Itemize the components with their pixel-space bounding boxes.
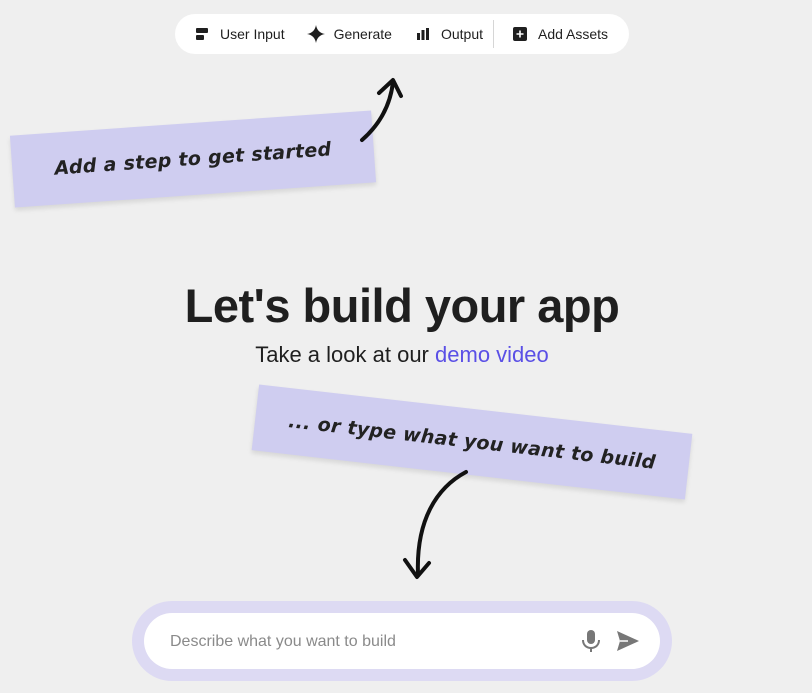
- generate-button[interactable]: Generate: [306, 14, 392, 54]
- arrow-up-icon: [360, 78, 403, 142]
- output-button[interactable]: Output: [414, 14, 483, 54]
- sparkle-icon: [306, 25, 325, 43]
- send-icon[interactable]: [616, 630, 640, 652]
- microphone-icon[interactable]: [580, 629, 602, 653]
- demo-video-link[interactable]: demo video: [435, 342, 549, 367]
- type-hint-text: ... or type what you want to build: [287, 410, 657, 474]
- output-label: Output: [440, 26, 483, 42]
- add-assets-label: Add Assets: [538, 26, 609, 42]
- page-title: Let's build your app: [184, 279, 620, 332]
- user-input-label: User Input: [220, 26, 285, 42]
- subtitle-text: Take a look at our: [255, 342, 429, 367]
- arrow-down-icon: [403, 470, 468, 579]
- add-step-hint-text: Add a step to get started: [53, 138, 333, 180]
- step-toolbar: User Input Generate Output Add Assets: [175, 14, 629, 54]
- toolbar-divider: [493, 20, 494, 48]
- add-step-hint-note: Add a step to get started: [9, 110, 377, 208]
- page-subtitle: Take a look at our demo video: [0, 342, 804, 368]
- user-input-button[interactable]: User Input: [193, 14, 285, 54]
- generate-label: Generate: [333, 26, 392, 42]
- user-input-icon: [193, 25, 211, 43]
- add-assets-button[interactable]: Add Assets: [511, 14, 608, 54]
- add-box-icon: [511, 25, 529, 43]
- output-icon: [414, 25, 432, 43]
- describe-app-input[interactable]: [168, 613, 552, 671]
- composer: [144, 613, 660, 671]
